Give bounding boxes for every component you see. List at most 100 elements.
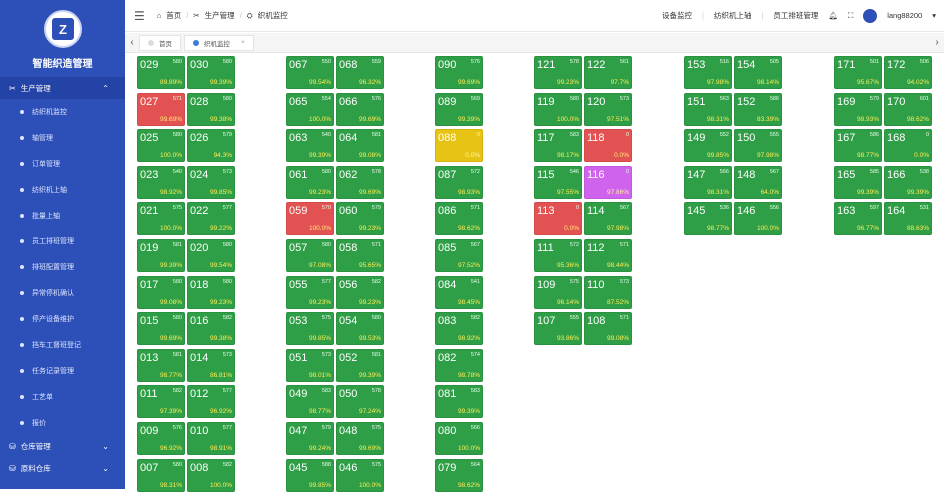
machine-card[interactable]: 151 563 98.31% [684, 92, 732, 126]
machine-card[interactable]: 114 567 97.98% [584, 202, 632, 236]
machine-card[interactable]: 064 581 99.08% [336, 129, 384, 163]
sidebar-item[interactable]: 批量上轴 [0, 203, 125, 229]
machine-card[interactable]: 066 576 99.69% [336, 92, 384, 126]
machine-card[interactable]: 020 580 99.54% [187, 239, 235, 272]
tab-loom-monitor[interactable]: 织机监控 × [184, 34, 254, 51]
machine-card[interactable]: 008 582 100.0% [187, 458, 235, 492]
machine-card[interactable]: 117 583 98.17% [534, 129, 582, 163]
machine-card[interactable]: 046 575 100.0% [336, 458, 384, 492]
sidebar-item[interactable]: 停产设备维护 [0, 306, 125, 332]
machine-card[interactable]: 088 0 0.0% [435, 129, 483, 163]
machine-card[interactable]: 009 576 96.92% [137, 422, 185, 455]
machine-card[interactable]: 147 566 98.31% [684, 165, 732, 199]
machine-card[interactable]: 068 559 96.32% [336, 56, 384, 89]
machine-card[interactable]: 087 572 98.93% [435, 165, 483, 199]
machine-card[interactable]: 164 531 88.63% [884, 202, 932, 236]
machine-card[interactable]: 022 577 99.22% [187, 202, 235, 236]
machine-card[interactable]: 067 550 99.54% [286, 56, 334, 89]
machine-card[interactable]: 112 571 98.44% [584, 239, 632, 272]
machine-card[interactable]: 148 567 64.0% [734, 165, 782, 199]
machine-card[interactable]: 085 567 97.52% [435, 239, 483, 272]
machine-card[interactable]: 028 580 99.38% [187, 92, 235, 126]
machine-card[interactable]: 050 578 97.24% [336, 385, 384, 419]
sidebar-item[interactable]: 轴管理 [0, 125, 125, 151]
header-link[interactable]: 员工排班管理 [773, 10, 818, 21]
machine-card[interactable]: 082 574 98.78% [435, 348, 483, 382]
machine-card[interactable]: 026 579 94.3% [187, 129, 235, 163]
machine-card[interactable]: 018 580 99.23% [187, 275, 235, 309]
machine-card[interactable]: 059 570 100.0% [286, 202, 334, 236]
machine-card[interactable]: 063 540 99.39% [286, 129, 334, 163]
machine-card[interactable]: 118 0 0.0% [584, 129, 632, 163]
machine-card[interactable]: 111 572 95.36% [534, 239, 582, 272]
machine-card[interactable]: 169 579 98.93% [834, 92, 882, 126]
machine-card[interactable]: 017 580 99.08% [137, 275, 185, 309]
machine-card[interactable]: 056 582 99.23% [336, 275, 384, 309]
machine-card[interactable]: 029 580 89.89% [137, 56, 185, 89]
avatar[interactable] [863, 8, 878, 23]
machine-card[interactable]: 030 580 99.39% [187, 56, 235, 89]
machine-card[interactable]: 171 501 95.67% [834, 56, 882, 89]
machine-card[interactable]: 086 571 98.62% [435, 202, 483, 236]
machine-card[interactable]: 054 580 99.53% [336, 312, 384, 346]
hamburger-menu-icon[interactable]: ☰ [134, 9, 145, 23]
sidebar-item[interactable]: 挡车工督班登记 [0, 332, 125, 358]
machine-card[interactable]: 015 580 99.69% [137, 312, 185, 346]
sidebar-item[interactable]: 排班配置管理 [0, 254, 125, 280]
machine-card[interactable]: 154 505 98.14% [734, 56, 782, 89]
machine-card[interactable]: 013 581 98.77% [137, 348, 185, 382]
sidebar-item[interactable]: 订单管理 [0, 151, 125, 177]
machine-card[interactable]: 089 569 99.39% [435, 92, 483, 126]
machine-card[interactable]: 057 580 97.08% [286, 239, 334, 272]
machine-card[interactable]: 010 577 98.91% [187, 422, 235, 455]
machine-card[interactable]: 081 583 99.39% [435, 385, 483, 419]
machine-card[interactable]: 023 540 98.92% [137, 165, 185, 199]
machine-card[interactable]: 166 538 99.39% [884, 165, 932, 199]
machine-card[interactable]: 113 0 0.0% [534, 202, 582, 236]
caret-down-icon[interactable]: ▾ [932, 11, 936, 20]
menu-group-warehouse[interactable]: ⛁ 仓库管理 ⌄ [0, 436, 125, 458]
machine-card[interactable]: 107 555 93.86% [534, 312, 582, 346]
machine-card[interactable]: 051 573 98.01% [286, 348, 334, 382]
machine-card[interactable]: 170 601 98.62% [884, 92, 932, 126]
machine-card[interactable]: 083 582 98.92% [435, 312, 483, 346]
breadcrumb-item[interactable]: 首页 [166, 10, 181, 21]
user-name[interactable]: lang88200 [887, 11, 922, 20]
header-link[interactable]: 纺织机上轴 [714, 10, 752, 21]
machine-card[interactable]: 079 564 98.62% [435, 458, 483, 492]
sidebar-item[interactable]: 工艺单 [0, 384, 125, 410]
machine-card[interactable]: 168 0 0.0% [884, 129, 932, 163]
menu-group-production[interactable]: ✂ 生产管理 ⌃ [0, 77, 125, 99]
machine-card[interactable]: 172 506 94.02% [884, 56, 932, 89]
machine-card[interactable]: 014 573 86.81% [187, 348, 235, 382]
bell-icon[interactable]: 🔔︎ [828, 11, 838, 20]
tab-home[interactable]: 首页 [139, 34, 181, 51]
machine-card[interactable]: 145 536 98.77% [684, 202, 732, 236]
machine-card[interactable]: 021 575 100.0% [137, 202, 185, 236]
machine-card[interactable]: 016 582 99.38% [187, 312, 235, 346]
machine-card[interactable]: 061 580 99.23% [286, 165, 334, 199]
machine-card[interactable]: 119 580 100.0% [534, 92, 582, 126]
machine-card[interactable]: 055 577 99.23% [286, 275, 334, 309]
machine-card[interactable]: 115 546 97.55% [534, 165, 582, 199]
machine-card[interactable]: 012 577 96.92% [187, 385, 235, 419]
machine-card[interactable]: 084 541 98.45% [435, 275, 483, 309]
machine-card[interactable]: 062 578 99.69% [336, 165, 384, 199]
machine-card[interactable]: 108 571 99.08% [584, 312, 632, 346]
machine-card[interactable]: 165 585 99.39% [834, 165, 882, 199]
machine-card[interactable]: 047 579 99.24% [286, 422, 334, 455]
machine-card[interactable]: 110 573 87.52% [584, 275, 632, 309]
machine-card[interactable]: 024 573 99.85% [187, 165, 235, 199]
machine-card[interactable]: 149 552 99.85% [684, 129, 732, 163]
sidebar-item[interactable]: 纺织机监控 [0, 99, 125, 125]
machine-card[interactable]: 027 571 99.69% [137, 92, 185, 126]
machine-card[interactable]: 011 582 97.39% [137, 385, 185, 419]
tab-scroll-right-icon[interactable]: › [930, 37, 944, 48]
machine-card[interactable]: 146 556 100.0% [734, 202, 782, 236]
sidebar-item[interactable]: 异常停机确认 [0, 280, 125, 306]
machine-card[interactable]: 163 597 96.77% [834, 202, 882, 236]
fullscreen-icon[interactable]: ⛶ [848, 11, 853, 21]
machine-card[interactable]: 052 581 99.39% [336, 348, 384, 382]
breadcrumb-item[interactable]: 生产管理 [205, 10, 235, 21]
machine-card[interactable]: 090 576 99.69% [435, 56, 483, 89]
